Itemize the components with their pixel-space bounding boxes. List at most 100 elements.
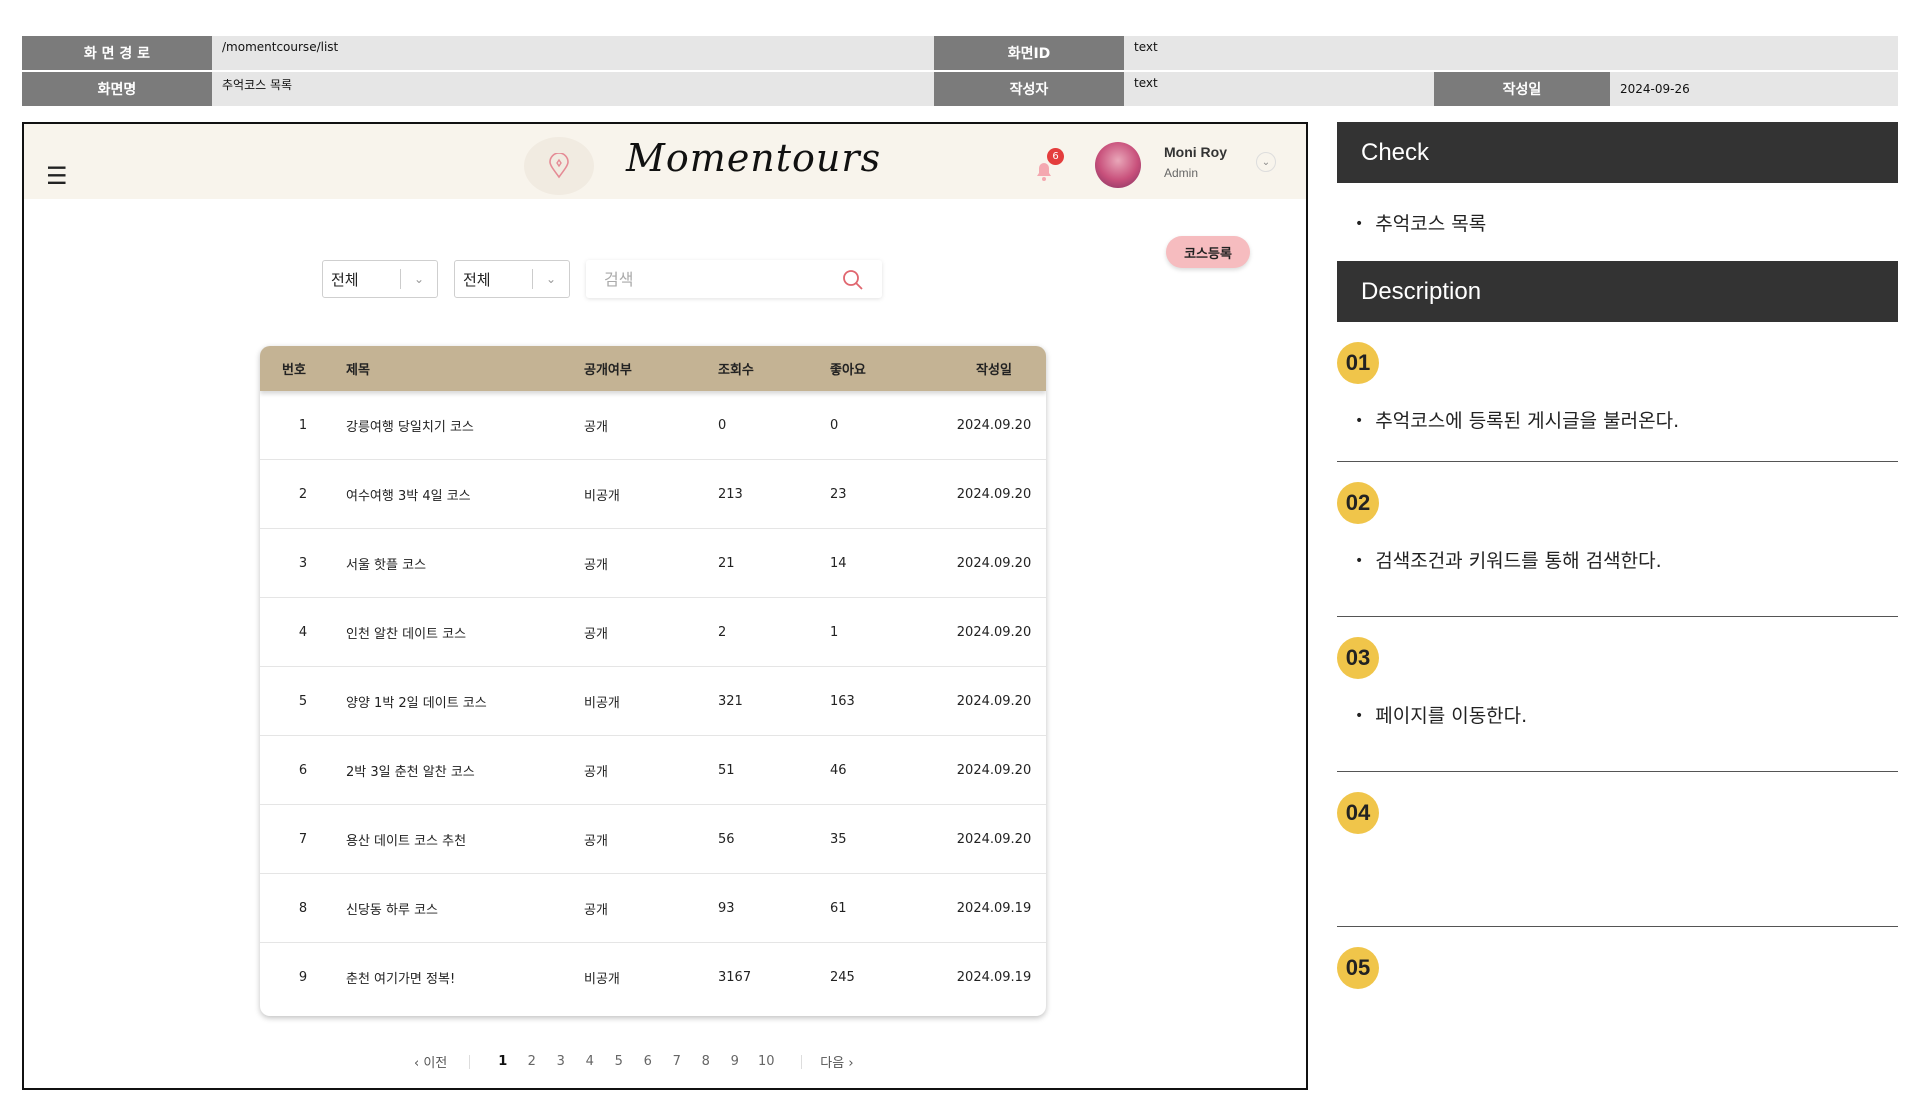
table-row[interactable]: 2 여수여행 3박 4일 코스 비공개 213 23 2024.09.20	[260, 460, 1046, 529]
date-label: 작성일	[1434, 72, 1610, 106]
cell-no: 4	[298, 624, 308, 640]
cell-no: 1	[298, 417, 308, 433]
table-row[interactable]: 3 서울 핫플 코스 공개 21 14 2024.09.20	[260, 529, 1046, 598]
table-row[interactable]: 8 신당동 하루 코스 공개 93 61 2024.09.19	[260, 874, 1046, 943]
avatar[interactable]	[1095, 142, 1141, 188]
cell-title[interactable]: 인천 알찬 데이트 코스	[346, 623, 584, 642]
cell-no: 5	[298, 693, 308, 709]
cell-public: 공개	[584, 902, 608, 918]
number-badge: 02	[1337, 482, 1379, 524]
description-item-03: 03 페이지를 이동한다.	[1337, 617, 1898, 772]
search-input[interactable]	[586, 260, 836, 298]
description-item-01: 01 추억코스에 등록된 게시글을 불러온다.	[1337, 322, 1898, 462]
description-item-04: 04	[1337, 772, 1898, 927]
page-link-9[interactable]: 9	[720, 1054, 749, 1069]
next-page-link[interactable]: 다음 ›	[820, 1052, 853, 1071]
cell-views: 21	[718, 555, 735, 571]
cell-date: 2024.09.19	[956, 970, 1032, 985]
page-link-2[interactable]: 2	[517, 1054, 546, 1069]
description-text: 페이지를 이동한다.	[1337, 701, 1898, 728]
description-item-05: 05	[1337, 927, 1898, 1007]
path-value: /momentcourse/list	[212, 36, 934, 70]
number-badge: 04	[1337, 792, 1379, 834]
chevron-down-icon: ⌄	[545, 272, 557, 286]
table-row[interactable]: 7 용산 데이트 코스 추천 공개 56 35 2024.09.20	[260, 805, 1046, 874]
cell-views: 93	[718, 900, 735, 916]
check-section: 추억코스 목록	[1337, 183, 1898, 261]
chevron-down-icon[interactable]: ⌄	[1256, 152, 1276, 172]
col-header-title[interactable]: 제목	[346, 359, 584, 378]
cell-public: 비공개	[584, 488, 620, 504]
course-table: 번호 제목 공개여부 조회수 좋아요 작성일 1 강릉여행 당일치기 코스 공개…	[260, 346, 1046, 1016]
cell-title[interactable]: 양양 1박 2일 데이트 코스	[346, 692, 584, 711]
page-link-1[interactable]: 1	[488, 1054, 517, 1069]
page-link-10[interactable]: 10	[749, 1054, 783, 1069]
cell-date: 2024.09.20	[956, 693, 1032, 709]
page-link-6[interactable]: 6	[633, 1054, 662, 1069]
cell-title[interactable]: 신당동 하루 코스	[346, 899, 584, 918]
cell-title[interactable]: 서울 핫플 코스	[346, 554, 584, 573]
filter-select-2[interactable]: 전체 ⌄	[454, 260, 570, 298]
cell-title[interactable]: 여수여행 3박 4일 코스	[346, 485, 584, 504]
brand-logo[interactable]: Momentours	[626, 136, 881, 180]
cell-public: 공개	[584, 626, 608, 642]
cell-likes: 23	[830, 486, 847, 502]
cell-likes: 35	[830, 831, 847, 847]
cell-views: 3167	[718, 970, 752, 985]
spec-panel: Check 추억코스 목록 Description 01 추억코스에 등록된 게…	[1337, 122, 1898, 1007]
cell-likes: 14	[830, 555, 847, 571]
screen-id-label: 화면ID	[934, 36, 1124, 70]
table-row[interactable]: 1 강릉여행 당일치기 코스 공개 0 0 2024.09.20	[260, 391, 1046, 460]
screen-name-value: 추억코스 목록	[212, 72, 934, 106]
col-header-public[interactable]: 공개여부	[584, 359, 718, 378]
cell-title[interactable]: 강릉여행 당일치기 코스	[346, 416, 584, 435]
cell-likes: 245	[830, 970, 855, 985]
cell-no: 2	[298, 486, 308, 502]
cell-date: 2024.09.19	[956, 900, 1032, 916]
page-link-8[interactable]: 8	[691, 1054, 720, 1069]
cell-title[interactable]: 2박 3일 춘천 알찬 코스	[346, 761, 584, 780]
table-header: 번호 제목 공개여부 조회수 좋아요 작성일	[260, 346, 1046, 391]
cell-date: 2024.09.20	[956, 762, 1032, 778]
table-row[interactable]: 9 춘천 여기가면 정복! 비공개 3167 245 2024.09.19	[260, 943, 1046, 1012]
cell-title[interactable]: 용산 데이트 코스 추천	[346, 830, 584, 849]
page-link-4[interactable]: 4	[575, 1054, 604, 1069]
cell-views: 51	[718, 762, 735, 778]
menu-icon[interactable]: ☰	[46, 164, 68, 188]
author-value: text	[1124, 72, 1434, 106]
table-row[interactable]: 5 양양 1박 2일 데이트 코스 비공개 321 163 2024.09.20	[260, 667, 1046, 736]
cell-title[interactable]: 춘천 여기가면 정복!	[346, 968, 584, 987]
col-header-date[interactable]: 작성일	[942, 359, 1046, 378]
cell-public: 비공개	[584, 972, 620, 987]
description-title: Description	[1337, 261, 1898, 322]
screen-name-label: 화면명	[22, 72, 212, 106]
col-header-views[interactable]: 조회수	[718, 359, 830, 378]
prev-page-link[interactable]: ‹ 이전	[414, 1052, 447, 1071]
cell-date: 2024.09.20	[956, 486, 1032, 502]
page-link-3[interactable]: 3	[546, 1054, 575, 1069]
filter-select-1[interactable]: 전체 ⌄	[322, 260, 438, 298]
col-header-likes[interactable]: 좋아요	[830, 359, 942, 378]
table-row[interactable]: 4 인천 알찬 데이트 코스 공개 2 1 2024.09.20	[260, 598, 1046, 667]
search-icon[interactable]	[842, 269, 864, 291]
pagination: ‹ 이전 1 2 3 4 5 6 7 8 9 10 다음 ›	[414, 1052, 854, 1071]
cell-views: 2	[718, 624, 727, 640]
register-course-button[interactable]: 코스등록	[1166, 236, 1250, 268]
notification-count-badge: 6	[1047, 148, 1064, 165]
divider	[469, 1054, 471, 1069]
cell-likes: 163	[830, 693, 855, 709]
logo-pin-icon	[524, 137, 594, 195]
cell-no: 7	[298, 831, 308, 847]
cell-public: 공개	[584, 833, 608, 849]
table-row[interactable]: 6 2박 3일 춘천 알찬 코스 공개 51 46 2024.09.20	[260, 736, 1046, 805]
page-link-5[interactable]: 5	[604, 1054, 633, 1069]
description-text: 추억코스에 등록된 게시글을 불러온다.	[1337, 406, 1898, 433]
page-link-7[interactable]: 7	[662, 1054, 691, 1069]
cell-likes: 1	[830, 624, 839, 640]
cell-views: 56	[718, 831, 735, 847]
notification-bell-icon[interactable]: 6	[1029, 148, 1065, 186]
cell-views: 213	[718, 486, 743, 502]
search-box	[586, 260, 882, 298]
col-header-no[interactable]: 번호	[260, 359, 346, 378]
divider	[801, 1054, 803, 1069]
